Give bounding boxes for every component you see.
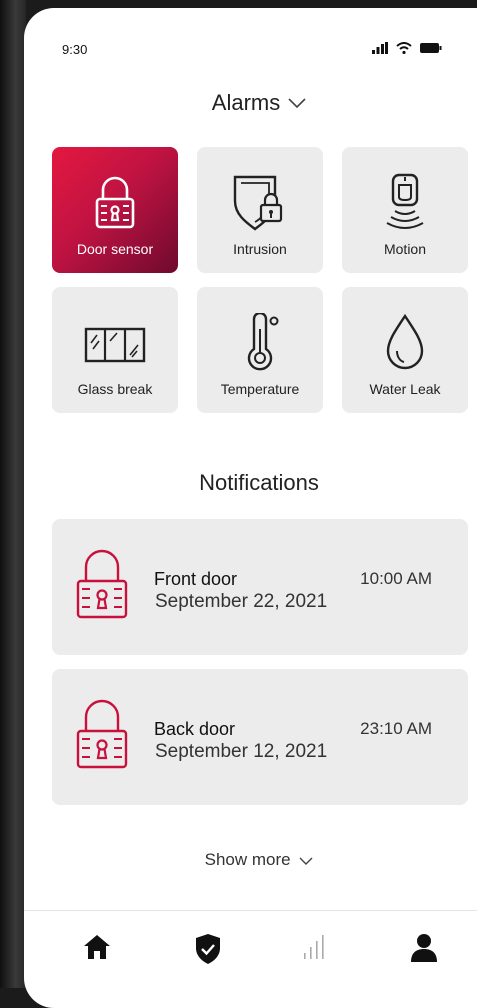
- tile-label: Temperature: [220, 381, 300, 397]
- nav-profile[interactable]: [410, 933, 438, 968]
- shield-check-icon: [196, 934, 220, 964]
- nav-activity[interactable]: [302, 933, 328, 966]
- tile-label: Water Leak: [369, 381, 441, 397]
- padlock-icon: [95, 176, 135, 229]
- user-icon: [411, 934, 437, 962]
- tile-glass-break[interactable]: Glass break: [52, 287, 178, 413]
- nav-home[interactable]: [82, 933, 112, 966]
- signal-bars-icon: [304, 935, 324, 959]
- bottom-nav-divider: [24, 910, 477, 911]
- tile-temperature[interactable]: Temperature: [197, 287, 323, 413]
- notification-date: September 12, 2021: [155, 741, 328, 762]
- tile-water-leak[interactable]: Water Leak: [342, 287, 468, 413]
- motion-sensor-icon: [386, 173, 424, 229]
- tile-label: Glass break: [77, 381, 153, 397]
- padlock-icon: [76, 549, 128, 619]
- device-bezel: [0, 0, 26, 988]
- home-icon: [84, 935, 110, 959]
- chevron-down-icon: [288, 98, 306, 108]
- battery-icon: [420, 43, 442, 53]
- notification-card-back-door[interactable]: Back door September 12, 2021 23:10 AM: [52, 669, 468, 805]
- tile-door-sensor[interactable]: Door sensor: [52, 147, 178, 273]
- notification-date: September 22, 2021: [155, 591, 328, 612]
- tile-intrusion[interactable]: Intrusion: [197, 147, 323, 273]
- alarms-dropdown[interactable]: Alarms: [24, 90, 477, 116]
- thermometer-icon: [247, 313, 279, 371]
- tile-label: Door sensor: [76, 241, 154, 257]
- nav-security[interactable]: [194, 933, 222, 970]
- chevron-down-icon: [299, 857, 313, 865]
- show-more-label: Show more: [204, 850, 291, 869]
- phone-screen: 9:30 Alarms Door sensor Intrusion Motion…: [24, 8, 477, 1008]
- status-time: 9:30: [62, 42, 88, 57]
- wifi-icon: [396, 42, 412, 54]
- window-glass-icon: [84, 327, 146, 363]
- notification-name: Back door: [154, 719, 236, 739]
- notifications-title: Notifications: [199, 470, 319, 495]
- show-more-button[interactable]: Show more: [24, 850, 477, 870]
- cellular-signal-icon: [372, 42, 388, 54]
- alarms-title: Alarms: [211, 90, 281, 115]
- tile-label: Motion: [383, 241, 427, 257]
- water-drop-icon: [386, 313, 424, 370]
- shield-lock-icon: [233, 175, 283, 231]
- tile-motion[interactable]: Motion: [342, 147, 468, 273]
- bottom-nav: [24, 933, 477, 973]
- notification-name: Front door: [154, 569, 238, 589]
- notification-time: 10:00 AM: [360, 569, 432, 588]
- status-icons: [372, 42, 442, 54]
- padlock-icon: [76, 699, 128, 769]
- tile-label: Intrusion: [233, 241, 287, 257]
- notification-card-front-door[interactable]: Front door September 22, 2021 10:00 AM: [52, 519, 468, 655]
- notification-time: 23:10 AM: [360, 719, 432, 738]
